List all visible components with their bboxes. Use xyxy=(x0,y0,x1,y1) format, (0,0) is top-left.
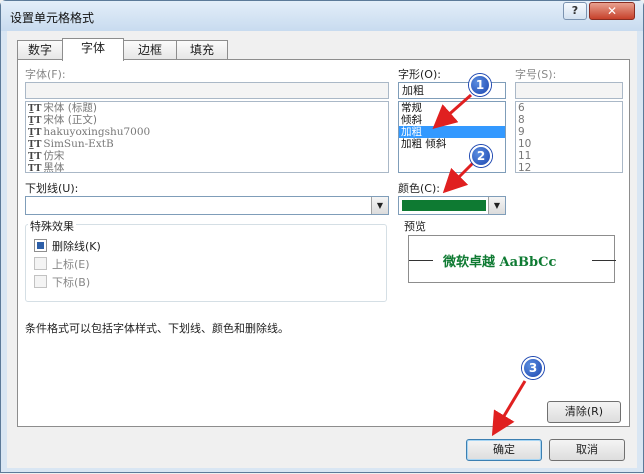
style-label: 字形(O): xyxy=(398,68,441,81)
truetype-icon: T̲T xyxy=(28,128,42,138)
truetype-icon: T̲T xyxy=(28,104,42,114)
preview-baseline-left xyxy=(409,260,433,261)
dialog-title: 设置单元格格式 xyxy=(10,11,95,25)
list-item[interactable]: 10 xyxy=(516,138,622,150)
strikethrough-checkbox[interactable] xyxy=(34,239,47,252)
list-item[interactable]: T̲T SimSun-ExtB xyxy=(26,138,388,150)
tab-fill[interactable]: 填充 xyxy=(176,40,228,60)
truetype-icon: T̲T xyxy=(28,116,42,126)
format-cells-dialog: 设置单元格格式 ? ✕ 数字 字体 边框 填充 字体(F): T̲T 宋体 (标题… xyxy=(0,0,644,473)
size-list[interactable]: 6 8 9 10 11 12 xyxy=(515,101,623,173)
subscript-checkbox[interactable] xyxy=(34,275,47,288)
title-bar: 设置单元格格式 ? ✕ xyxy=(1,1,643,31)
font-list[interactable]: T̲T 宋体 (标题) T̲T 宋体 (正文) T̲T hakuyoxingshu70… xyxy=(25,101,389,173)
preview-sample-text: 微软卓越 AaBbCc xyxy=(443,255,557,270)
list-item[interactable]: T̲T hakuyoxingshu7000 xyxy=(26,126,388,138)
underline-select[interactable]: ▼ xyxy=(25,196,389,215)
effects-group: 特殊效果 删除线(K) 上标(E) 下标(B) xyxy=(25,218,387,302)
annotation-badge-3: 3 xyxy=(522,357,544,379)
tab-border[interactable]: 边框 xyxy=(123,40,177,60)
color-label: 颜色(C): xyxy=(398,182,440,195)
list-item[interactable]: T̲T 黑体 xyxy=(26,162,388,173)
effects-title: 特殊效果 xyxy=(28,218,76,234)
truetype-icon: T̲T xyxy=(28,140,42,150)
list-item[interactable]: 倾斜 xyxy=(399,114,505,126)
truetype-icon: T̲T xyxy=(28,164,42,173)
list-item[interactable]: T̲T 仿宋 xyxy=(26,150,388,162)
help-button[interactable]: ? xyxy=(563,2,587,20)
font-input[interactable] xyxy=(25,82,389,99)
underline-label: 下划线(U): xyxy=(25,182,79,195)
truetype-icon: T̲T xyxy=(28,152,42,162)
list-item[interactable]: 12 xyxy=(516,162,622,172)
list-item[interactable]: 6 xyxy=(516,102,622,114)
strikethrough-label: 删除线(K) xyxy=(52,240,101,253)
cancel-button[interactable]: 取消 xyxy=(549,439,625,461)
size-label: 字号(S): xyxy=(515,68,557,81)
close-button[interactable]: ✕ xyxy=(589,2,635,20)
clear-button[interactable]: 清除(R) xyxy=(547,401,621,423)
superscript-label: 上标(E) xyxy=(52,258,90,271)
color-swatch xyxy=(402,200,486,211)
chevron-down-icon[interactable]: ▼ xyxy=(488,197,505,214)
font-label: 字体(F): xyxy=(25,68,66,81)
info-text: 条件格式可以包括字体样式、下划线、颜色和删除线。 xyxy=(25,322,289,335)
dialog-body: 数字 字体 边框 填充 字体(F): T̲T 宋体 (标题) T̲T 宋体 (正文)… xyxy=(7,31,637,468)
list-item[interactable]: T̲T 宋体 (正文) xyxy=(26,114,388,126)
preview-baseline-right xyxy=(592,260,616,261)
list-item[interactable]: 常规 xyxy=(399,102,505,114)
chevron-down-icon[interactable]: ▼ xyxy=(371,197,388,214)
size-input[interactable] xyxy=(515,82,623,99)
superscript-checkbox[interactable] xyxy=(34,257,47,270)
preview-title: 预览 xyxy=(404,220,426,233)
tab-font[interactable]: 字体 xyxy=(62,38,124,61)
list-item[interactable]: T̲T 宋体 (标题) xyxy=(26,102,388,114)
color-picker[interactable]: ▼ xyxy=(398,196,506,215)
list-item[interactable]: 8 xyxy=(516,114,622,126)
preview-box: 微软卓越 AaBbCc xyxy=(408,235,616,283)
list-item[interactable]: 11 xyxy=(516,150,622,162)
annotation-badge-2: 2 xyxy=(470,145,492,167)
annotation-badge-1: 1 xyxy=(469,74,491,96)
list-item[interactable]: 9 xyxy=(516,126,622,138)
tab-number[interactable]: 数字 xyxy=(17,40,63,60)
ok-button[interactable]: 确定 xyxy=(466,439,542,461)
subscript-label: 下标(B) xyxy=(52,276,91,289)
list-item-selected[interactable]: 加粗 xyxy=(399,126,505,138)
